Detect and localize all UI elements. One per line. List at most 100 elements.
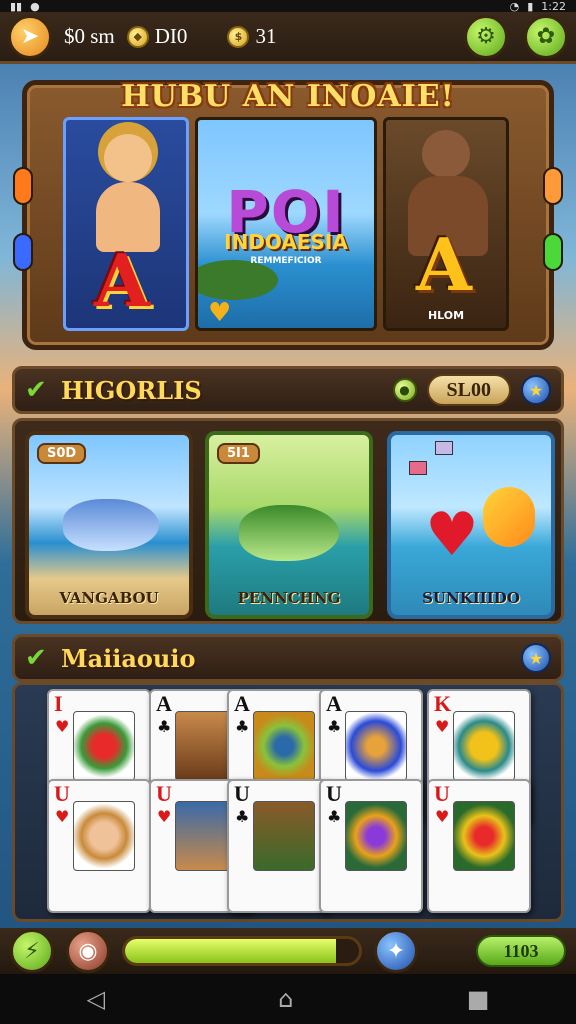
star-button[interactable]: ★ — [521, 375, 551, 405]
gear-icon: ⚙ — [476, 24, 496, 49]
notification-icon: ● — [30, 0, 40, 13]
card-art — [453, 801, 515, 871]
game-tiles: S0D VANGABOU 5I1 PENNCHNG ♥ SUNKIIIDO — [12, 418, 564, 624]
card-suit: ♥ — [55, 717, 70, 736]
coins-label: 31 — [255, 24, 277, 48]
section-title: HIGORLIS — [61, 375, 202, 405]
card-grid: I ♥ A ♣ A ♣ A ♣ K ♥ U ♥ U ♥ U ♣ U ♣ U ♥ — [12, 682, 564, 922]
panel-caption: HLOM — [427, 309, 465, 322]
card-rank: A — [234, 691, 250, 716]
heart-icon: ♥ — [208, 298, 232, 328]
game-logo-subtitle: INDOAESIA — [224, 230, 348, 254]
check-icon: ✔ — [25, 375, 47, 405]
card-rank: U — [234, 781, 250, 806]
section-actions: ● SL00 ★ — [392, 374, 551, 406]
card-rank: A — [326, 691, 342, 716]
green-coin-icon: ● — [392, 378, 417, 402]
fish-icon — [63, 499, 159, 551]
boost-button[interactable]: ⚡ — [10, 929, 54, 973]
coins-counter: $ 31 — [227, 24, 276, 49]
star-action-button[interactable]: ✦ — [374, 929, 418, 973]
game-tile[interactable]: ♥ SUNKIIIDO — [387, 431, 555, 619]
card-suit: ♥ — [55, 807, 70, 826]
bottom-bar: ⚡ ◉ ✦ 1103 — [0, 928, 576, 974]
tile-badge: 5I1 — [217, 443, 260, 464]
back-arrow-icon: ➤ — [20, 24, 40, 49]
score-pill[interactable]: 1103 — [476, 935, 566, 967]
banner-panel-left[interactable]: A — [63, 117, 189, 331]
card-suit: ♣ — [235, 807, 250, 826]
gem-icon: ◆ — [126, 25, 149, 48]
game-tile[interactable]: 5I1 PENNCHNG — [205, 431, 373, 619]
card-suit: ♣ — [235, 717, 250, 736]
wifi-icon: ◔ — [509, 0, 520, 13]
gem-icon — [409, 461, 427, 475]
character-head — [104, 134, 152, 182]
circle-icon: ◉ — [78, 938, 98, 964]
featured-banner[interactable]: HUBU AN INOAIE! A POI INDOAESIA REMMEFIC… — [13, 79, 563, 350]
top-right-actions: ⚙ ✿ — [464, 14, 568, 59]
card-suit: ♥ — [435, 717, 450, 736]
system-nav-bar: ◁ ⌂ ■ — [0, 974, 576, 1024]
tile-label: SUNKIIIDO — [422, 589, 520, 607]
triangle-back-icon[interactable]: ◁ — [87, 985, 105, 1013]
square-recent-icon[interactable]: ■ — [467, 985, 490, 1013]
island-shape — [198, 260, 278, 300]
section-title: Maiiaouio — [61, 643, 196, 673]
banner-panel-middle[interactable]: POI INDOAESIA REMMEFICIOR ♥ — [195, 117, 377, 331]
money-counter: $0 sm — [64, 24, 115, 49]
card-art — [73, 801, 135, 871]
playing-card[interactable]: U ♣ — [319, 779, 423, 913]
gem-orange-right — [543, 167, 563, 205]
playing-card[interactable]: U ♣ — [227, 779, 331, 913]
game-logo-tagline: REMMEFICIOR — [250, 256, 322, 266]
sparkle-icon: ✦ — [386, 938, 406, 964]
top-bar: ➤ $0 sm ◆ DI0 $ 31 ⚙ ✿ — [0, 12, 576, 64]
progress-fill — [125, 939, 336, 963]
playing-card[interactable]: U ♥ — [427, 779, 531, 913]
settings-button[interactable]: ⚙ — [464, 14, 508, 59]
status-left: ▮▮ ● — [10, 0, 40, 13]
gem-blue-left — [13, 233, 33, 271]
playing-card[interactable]: U ♥ — [47, 779, 151, 913]
gems-label: DI0 — [154, 24, 188, 48]
record-button[interactable]: ◉ — [66, 929, 110, 973]
card-suit: ♣ — [157, 717, 172, 736]
card-rank: U — [156, 781, 172, 806]
card-art — [253, 711, 315, 781]
section-header-cards: ✔ Maiiaouio ★ — [12, 634, 564, 682]
home-icon[interactable]: ⌂ — [278, 985, 293, 1013]
tile-label: PENNCHNG — [237, 589, 341, 607]
gem-orange-left — [13, 167, 33, 205]
card-suit: ♣ — [327, 807, 342, 826]
card-art — [253, 801, 315, 871]
coin-icon: $ — [227, 25, 250, 48]
tile-badge: S0D — [37, 443, 87, 464]
heart-icon: ♥ — [425, 500, 479, 570]
card-rank: U — [434, 781, 450, 806]
section-actions: ★ — [521, 643, 551, 673]
menu-button[interactable]: ✿ — [524, 14, 568, 59]
banner-title: HUBU AN INOAIE! — [121, 79, 455, 114]
banner-panel-right[interactable]: A HLOM — [383, 117, 509, 331]
status-time: 1:22 — [541, 0, 566, 13]
letter-a-gold-emblem: A — [416, 222, 472, 307]
card-suit: ♥ — [157, 807, 172, 826]
gems-counter: ◆ DI0 — [126, 24, 188, 49]
game-tile[interactable]: S0D VANGABOU — [25, 431, 193, 619]
gem-green-right — [543, 233, 563, 271]
card-rank: U — [54, 781, 70, 806]
status-right: ◔ ▮ 1:22 — [510, 0, 566, 13]
letter-a-emblem: A — [94, 238, 150, 323]
money-label: $0 sm — [64, 24, 115, 48]
gem-icon — [435, 441, 453, 455]
star-icon: ★ — [528, 648, 544, 668]
star-button[interactable]: ★ — [521, 643, 551, 673]
lightning-icon: ⚡ — [24, 938, 40, 964]
signal-icon: ▮▮ — [10, 0, 23, 13]
card-rank: K — [434, 691, 452, 716]
card-suit: ♥ — [435, 807, 450, 826]
star-icon: ★ — [528, 380, 544, 400]
balance-pill[interactable]: SL00 — [426, 374, 511, 406]
back-button[interactable]: ➤ — [8, 14, 52, 59]
